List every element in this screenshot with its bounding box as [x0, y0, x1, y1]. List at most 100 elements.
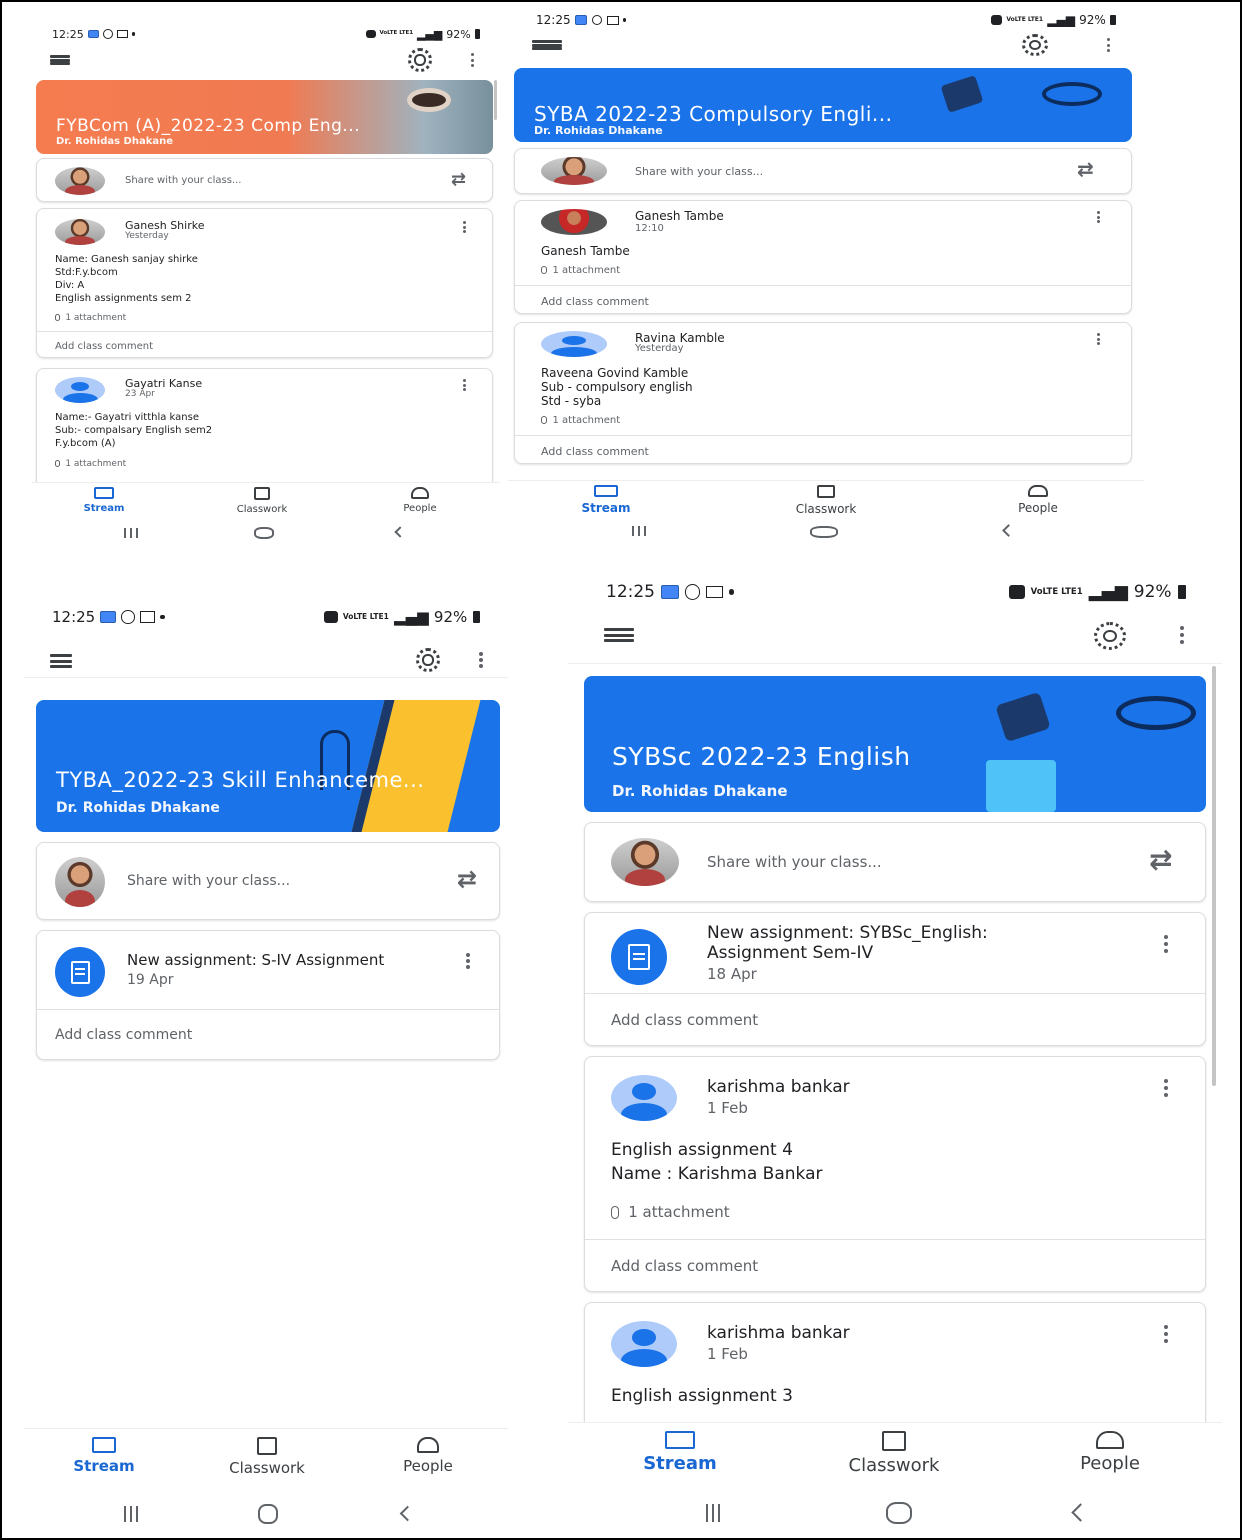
repost-icon[interactable]: ⇄	[1077, 157, 1094, 181]
back-button[interactable]	[394, 526, 406, 538]
add-comment-field[interactable]: Add class comment	[611, 1257, 758, 1275]
add-comment-field[interactable]: Add class comment	[611, 1011, 758, 1029]
signal-icon: ▂▄▆	[1047, 13, 1075, 27]
repost-icon[interactable]: ⇄	[451, 169, 466, 190]
settings-gear-icon[interactable]	[1094, 622, 1126, 650]
recent-apps-button[interactable]	[124, 528, 138, 538]
tab-classwork[interactable]: Classwork	[222, 487, 302, 515]
tab-people[interactable]: People	[378, 1437, 478, 1475]
post-menu-icon[interactable]	[1163, 935, 1169, 953]
more-options-icon[interactable]	[1179, 626, 1185, 644]
lte-icon: VoLTE LTE1	[379, 30, 414, 37]
battery-icon	[474, 29, 480, 39]
assignment-card[interactable]: New assignment: S-IV Assignment 19 Apr A…	[36, 930, 500, 1060]
tab-people[interactable]: People	[988, 485, 1088, 515]
add-comment-field[interactable]: Add class comment	[541, 445, 649, 458]
tab-stream[interactable]: Stream	[556, 485, 656, 515]
home-button[interactable]	[886, 1502, 912, 1524]
share-box[interactable]: Share with your class... ⇄	[514, 148, 1132, 194]
class-banner[interactable]: SYBSc 2022-23 English Dr. Rohidas Dhakan…	[584, 676, 1206, 812]
stream-icon	[594, 485, 618, 497]
home-button[interactable]	[254, 527, 274, 539]
people-icon	[1028, 485, 1048, 497]
tab-people[interactable]: People	[1050, 1431, 1170, 1474]
repost-icon[interactable]: ⇄	[457, 865, 477, 893]
home-button[interactable]	[258, 1504, 278, 1524]
phone-syba: 12:25 VoLTE LTE1 ▂▄▆ 92% SYBA 2022-23 Comp…	[508, 6, 1144, 546]
tab-stream[interactable]: Stream	[54, 1437, 154, 1475]
post-menu-icon[interactable]	[1095, 333, 1101, 345]
more-options-icon[interactable]	[478, 652, 484, 668]
add-comment-field[interactable]: Add class comment	[541, 295, 649, 308]
post-time: 1 Feb	[707, 1345, 748, 1363]
post-menu-icon[interactable]	[461, 379, 467, 391]
attachment-link[interactable]: 1 attachment	[55, 313, 126, 323]
tab-stream[interactable]: Stream	[620, 1431, 740, 1474]
status-time: 12:25	[536, 13, 571, 27]
post-menu-icon[interactable]	[461, 221, 467, 233]
settings-gear-icon[interactable]	[1022, 34, 1048, 56]
menu-icon[interactable]	[50, 55, 70, 65]
post-body-line: Std:F.y.bcom	[55, 267, 118, 278]
system-navigation	[32, 522, 500, 546]
post-menu-icon[interactable]	[1163, 1079, 1169, 1097]
tab-label: People	[1018, 501, 1058, 515]
back-button[interactable]	[1071, 1503, 1090, 1522]
class-banner[interactable]: TYBA_2022-23 Skill Enhanceme... Dr. Rohi…	[36, 700, 500, 832]
settings-gear-icon[interactable]	[416, 648, 440, 672]
recent-apps-button[interactable]	[632, 526, 646, 536]
attachment-count: 1 attachment	[65, 459, 127, 469]
scrollbar[interactable]	[1212, 666, 1216, 1086]
system-navigation	[568, 1492, 1222, 1532]
add-comment-field[interactable]: Add class comment	[55, 341, 153, 352]
menu-icon[interactable]	[532, 40, 562, 50]
back-button[interactable]	[1002, 524, 1015, 537]
recent-apps-button[interactable]	[124, 1506, 138, 1522]
banner-decoration-book	[351, 700, 481, 832]
assignment-card[interactable]: New assignment: SYBSc_English: Assignmen…	[584, 912, 1206, 1046]
attachment-link[interactable]: 1 attachment	[55, 459, 126, 469]
post-menu-icon[interactable]	[465, 953, 471, 969]
more-options-icon[interactable]	[469, 53, 475, 67]
scrollbar[interactable]	[494, 80, 497, 120]
tab-classwork[interactable]: Classwork	[212, 1437, 322, 1477]
more-notifications-icon	[622, 18, 627, 22]
post-menu-icon[interactable]	[1163, 1325, 1169, 1343]
paperclip-icon	[541, 415, 547, 425]
class-banner[interactable]: SYBA 2022-23 Compulsory Engli... Dr. Roh…	[514, 68, 1132, 142]
battery-icon	[1110, 14, 1116, 26]
settings-gear-icon[interactable]	[408, 48, 432, 72]
status-bar: 12:25 VoLTE LTE1 ▂▄▆ 92%	[24, 606, 508, 628]
signal-icon: ▂▄▆	[416, 27, 443, 41]
paperclip-icon	[55, 459, 60, 468]
post-menu-icon[interactable]	[1095, 211, 1101, 223]
tab-people[interactable]: People	[380, 487, 460, 514]
classwork-icon	[257, 1437, 277, 1455]
tab-classwork[interactable]: Classwork	[824, 1431, 964, 1476]
post-body-line: English assignment 4	[611, 1140, 793, 1160]
attachment-link[interactable]: 1 attachment	[541, 265, 620, 276]
home-button[interactable]	[810, 526, 838, 538]
top-app-bar	[568, 620, 1222, 664]
menu-icon[interactable]	[604, 628, 634, 642]
class-teacher: Dr. Rohidas Dhakane	[56, 136, 174, 147]
post-body-line: English assignment 3	[611, 1386, 793, 1406]
share-box[interactable]: Share with your class... ⇄	[584, 822, 1206, 902]
repost-icon[interactable]: ⇄	[1149, 843, 1172, 876]
post-body-line: Name:- Gayatri vitthla kanse	[55, 412, 199, 423]
divider	[515, 435, 1131, 436]
post-author: Ganesh Tambe	[635, 209, 724, 223]
share-box[interactable]: Share with your class... ⇄	[36, 842, 500, 920]
tab-stream[interactable]: Stream	[64, 487, 144, 514]
back-button[interactable]	[399, 1505, 416, 1522]
tab-classwork[interactable]: Classwork	[766, 485, 886, 516]
more-options-icon[interactable]	[1105, 38, 1111, 52]
class-banner[interactable]: FYBCom (A)_2022-23 Comp Eng... Dr. Rohid…	[36, 80, 493, 154]
recent-apps-button[interactable]	[706, 1504, 720, 1522]
add-comment-field[interactable]: Add class comment	[55, 1027, 192, 1043]
attachment-link[interactable]: 1 attachment	[611, 1203, 730, 1221]
attachment-link[interactable]: 1 attachment	[541, 415, 620, 426]
assignment-date: 19 Apr	[127, 972, 174, 988]
menu-icon[interactable]	[50, 654, 72, 668]
share-box[interactable]: Share with your class... ⇄	[36, 158, 493, 202]
